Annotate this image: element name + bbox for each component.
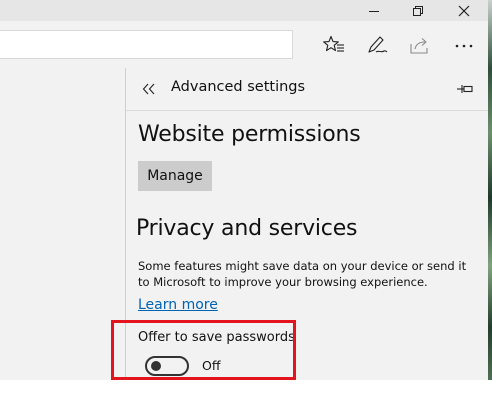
more-dots-icon (455, 44, 473, 48)
title-bar (0, 0, 488, 21)
privacy-description: Some features might save data on your de… (138, 259, 467, 289)
save-passwords-label: Offer to save passwords (138, 330, 295, 345)
web-note-pen-icon (368, 36, 388, 53)
favorites-button[interactable] (321, 33, 347, 57)
panel-header: Advanced settings (126, 68, 488, 110)
pin-icon (457, 85, 473, 93)
save-passwords-state: Off (202, 358, 221, 373)
back-button[interactable] (138, 78, 160, 100)
browser-toolbar (0, 21, 488, 68)
restore-icon (413, 5, 423, 16)
header-divider (126, 110, 488, 111)
privacy-services-heading: Privacy and services (136, 216, 358, 241)
desktop-background (488, 0, 492, 380)
browser-window: Advanced settings Website permissions Ma… (0, 0, 492, 394)
toggle-knob (151, 361, 161, 371)
panel-title: Advanced settings (171, 79, 306, 95)
share-icon (410, 38, 428, 54)
web-note-button[interactable] (364, 33, 390, 57)
learn-more-link[interactable]: Learn more (138, 297, 218, 313)
minimize-icon (369, 10, 379, 12)
minimize-button[interactable] (354, 0, 394, 21)
address-bar[interactable] (0, 30, 293, 59)
more-button[interactable] (451, 33, 477, 57)
favorites-star-icon (323, 35, 344, 52)
website-permissions-heading: Website permissions (138, 122, 361, 147)
manage-button[interactable]: Manage (138, 161, 212, 191)
bottom-edge (0, 380, 492, 394)
restore-button[interactable] (398, 0, 438, 21)
share-button[interactable] (407, 33, 433, 57)
pin-button[interactable] (452, 79, 478, 99)
close-button[interactable] (444, 0, 484, 21)
double-chevron-left-icon (142, 83, 155, 95)
save-passwords-toggle[interactable] (145, 356, 189, 376)
page-content-area (0, 68, 125, 380)
close-icon (458, 5, 470, 16)
advanced-settings-panel: Advanced settings Website permissions Ma… (125, 68, 488, 380)
